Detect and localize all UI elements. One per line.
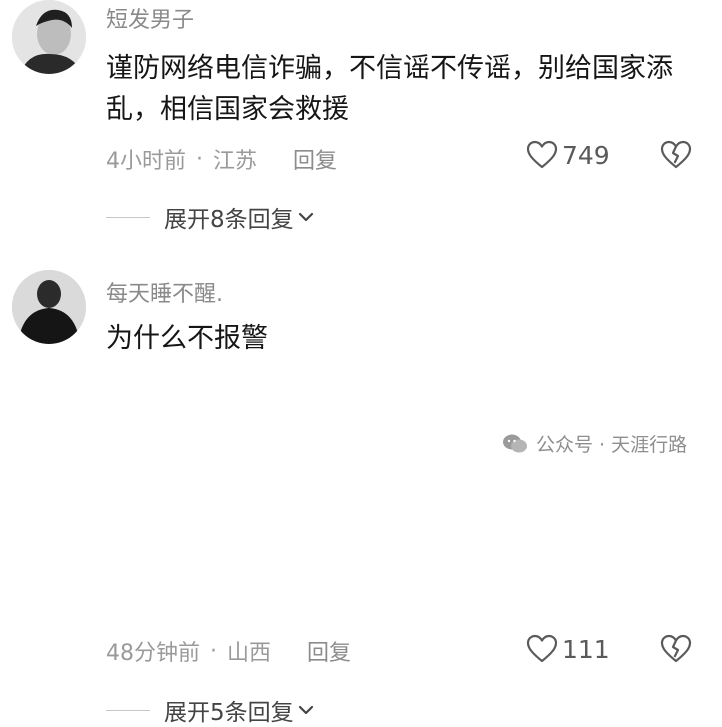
username[interactable]: 每天睡不醒. [106,276,223,308]
broken-heart-icon [660,140,692,169]
username[interactable]: 短发男子 [106,2,194,34]
reply-button[interactable]: 回复 [307,635,351,667]
dislike-button[interactable] [660,634,692,668]
expand-replies-button[interactable]: 展开8条回复 [106,200,314,234]
expand-replies-button[interactable]: 展开5条回复 [106,693,314,727]
dislike-button[interactable] [660,140,692,174]
expand-replies-label: 展开5条回复 [164,700,294,726]
broken-heart-icon [660,634,692,663]
avatar-photo [12,270,86,344]
avatar[interactable] [12,0,86,74]
heart-icon [526,140,558,169]
meta-separator: · [196,146,203,172]
like-count: 111 [562,634,610,664]
like-button[interactable]: 111 [526,634,610,664]
expand-replies-label: 展开8条回复 [164,207,294,233]
location: 江苏 [213,149,258,174]
comment-meta: 4小时前 · 江苏 回复 [106,143,337,175]
divider-line [106,709,150,711]
like-button[interactable]: 749 [526,140,610,170]
comment-text: 谨防网络电信诈骗，不信谣不传谣，别给国家添乱，相信国家会救援 [106,53,673,125]
location: 山西 [227,641,272,666]
avatar-photo [12,0,86,74]
comment-text: 为什么不报警 [106,323,268,354]
reply-button[interactable]: 回复 [293,143,337,175]
divider-line [106,216,150,218]
wechat-icon [503,434,527,452]
timestamp: 48分钟前 [106,641,200,666]
watermark: 公众号 · 天涯行路 [502,430,687,457]
chevron-down-icon [298,212,313,222]
timestamp: 4小时前 [106,149,186,174]
watermark-text: 公众号 · 天涯行路 [536,434,688,456]
heart-icon [526,634,558,663]
chevron-down-icon [298,705,313,715]
avatar[interactable] [12,270,86,344]
like-count: 749 [562,140,610,170]
meta-separator: · [210,638,217,664]
comment-meta: 48分钟前 · 山西 回复 [106,635,351,667]
